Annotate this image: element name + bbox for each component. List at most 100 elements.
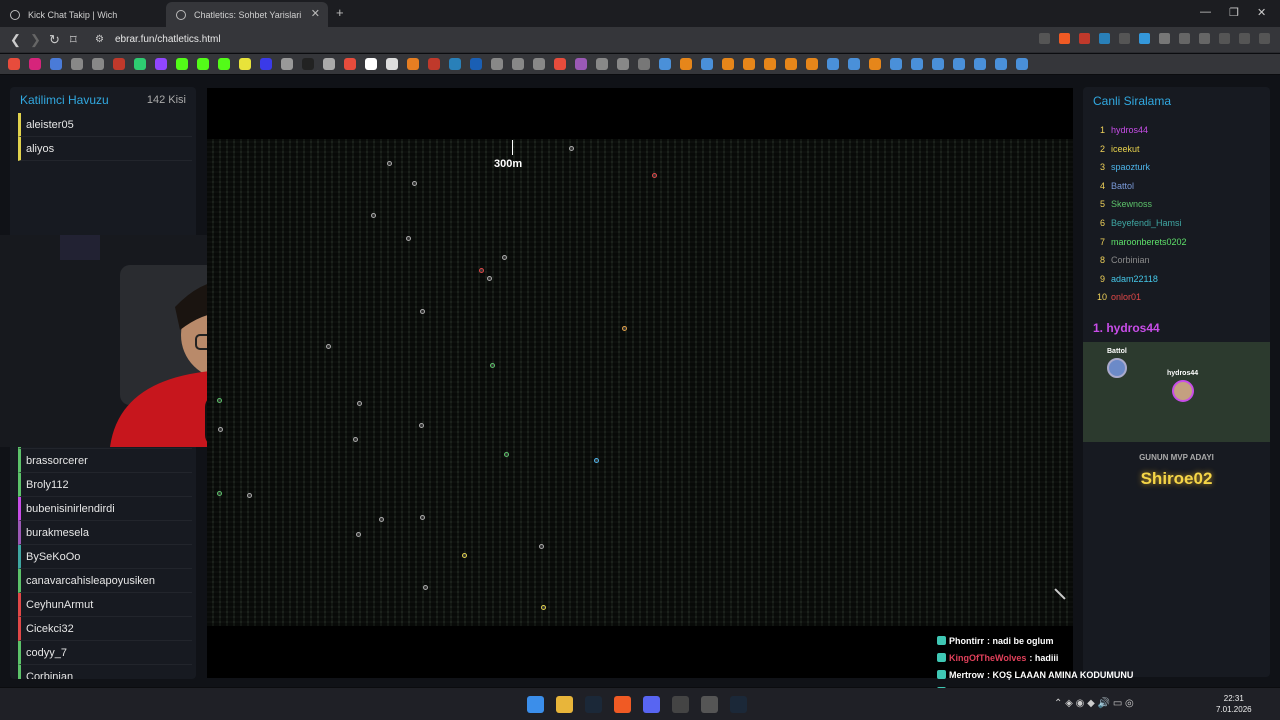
bookmark-icon[interactable] — [617, 58, 629, 70]
participant-item[interactable]: aliyos — [18, 137, 192, 161]
participant-item[interactable]: Broly112 — [18, 473, 192, 497]
bookmark-icon[interactable] — [8, 58, 20, 70]
bookmark-icon[interactable] — [596, 58, 608, 70]
bookmark-icon[interactable] — [680, 58, 692, 70]
participant-item[interactable]: BySeKoOo — [18, 545, 192, 569]
extension-icon[interactable] — [1159, 33, 1170, 44]
bookmark-icon[interactable] — [659, 58, 671, 70]
bookmark-icon[interactable] — [218, 58, 230, 70]
bookmark-icon[interactable] — [50, 58, 62, 70]
clock[interactable]: 22:31 7.01.2026 — [1216, 693, 1252, 715]
bookmark-icon[interactable] — [764, 58, 776, 70]
bookmark-icon[interactable] — [302, 58, 314, 70]
participant-item[interactable]: bubenisinirlendirdi — [18, 497, 192, 521]
discord-icon[interactable] — [643, 696, 660, 713]
bookmark-icon[interactable] — [113, 58, 125, 70]
bookmark-icon[interactable] — [239, 58, 251, 70]
brave-shield-icon[interactable] — [1059, 33, 1070, 44]
participant-item[interactable]: Corbinian — [18, 665, 192, 679]
rank-name: hydros44 — [1111, 125, 1149, 135]
bookmark-icon[interactable] — [1016, 58, 1028, 70]
participant-item[interactable]: burakmesela — [18, 521, 192, 545]
bookmark-icon[interactable] — [743, 58, 755, 70]
bookmark-icon[interactable] — [575, 58, 587, 70]
bookmark-icon[interactable] — [176, 58, 188, 70]
close-tab-icon[interactable]: ✕ — [311, 7, 320, 20]
extension-icon[interactable] — [1079, 33, 1090, 44]
bookmark-icon[interactable] — [71, 58, 83, 70]
bookmark-icon[interactable] — [512, 58, 524, 70]
file-explorer-icon[interactable] — [556, 696, 573, 713]
app-icon[interactable] — [672, 696, 689, 713]
bookmark-icon[interactable] — [386, 58, 398, 70]
bookmark-icon[interactable] — [890, 58, 902, 70]
bookmark-icon[interactable] — [995, 58, 1007, 70]
extensions-icon[interactable] — [1179, 33, 1190, 44]
system-tray-icons[interactable]: ⌃ ◈ ◉ ◆ 🔊 ▭ ◎ — [1054, 698, 1134, 709]
forward-icon[interactable]: ❯ — [30, 32, 41, 48]
bookmark-icon[interactable] — [29, 58, 41, 70]
extension-icon[interactable] — [1139, 33, 1150, 44]
participant-item[interactable]: Cicekci32 — [18, 617, 192, 641]
bookmark-icon[interactable] — [491, 58, 503, 70]
bookmark-icon[interactable] — [407, 58, 419, 70]
sidebar-icon[interactable] — [1199, 33, 1210, 44]
bookmark-icon[interactable] — [344, 58, 356, 70]
playlist-icon[interactable] — [1239, 33, 1250, 44]
bookmark-icon[interactable] — [470, 58, 482, 70]
steam-icon[interactable] — [585, 696, 602, 713]
bookmark-icon[interactable] — [281, 58, 293, 70]
bookmark-icon[interactable] — [365, 58, 377, 70]
menu-icon[interactable] — [1259, 33, 1270, 44]
bookmark-icon[interactable] — [701, 58, 713, 70]
participant-item[interactable]: aleister05 — [18, 113, 192, 137]
url-field[interactable]: ebrar.fun/chatletics.html — [115, 34, 221, 45]
extension-icon[interactable] — [1099, 33, 1110, 44]
bookmark-icon[interactable] — [953, 58, 965, 70]
bookmark-icon[interactable] — [533, 58, 545, 70]
participant-item[interactable]: canavarcahisleapoyusiken — [18, 569, 192, 593]
extension-icon[interactable] — [1119, 33, 1130, 44]
steam-icon[interactable] — [730, 696, 747, 713]
bookmark-icon[interactable] — [806, 58, 818, 70]
bookmark-icon[interactable] — [428, 58, 440, 70]
bookmark-icon[interactable] — [785, 58, 797, 70]
minimize-icon[interactable]: — — [1200, 6, 1211, 18]
bookmark-icon[interactable] — [155, 58, 167, 70]
bookmark-icon[interactable] — [260, 58, 272, 70]
back-icon[interactable]: ❮ — [10, 32, 21, 48]
bookmark-icon[interactable] — [974, 58, 986, 70]
bookmark-icon[interactable] — [449, 58, 461, 70]
participant-item[interactable]: codyy_7 — [18, 641, 192, 665]
wallet-icon[interactable] — [1219, 33, 1230, 44]
start-icon[interactable] — [527, 696, 544, 713]
bookmark-icon[interactable] — [869, 58, 881, 70]
share-icon[interactable] — [1039, 33, 1050, 44]
bookmark-icon[interactable] — [827, 58, 839, 70]
ranking-row: 8 Corbinian — [1097, 255, 1150, 265]
tab-chatletics[interactable]: Chatletics: Sohbet Yarislari ✕ — [166, 2, 328, 27]
new-tab-icon[interactable]: + — [336, 5, 344, 20]
bookmark-icon[interactable] — [848, 58, 860, 70]
bookmark-icon[interactable] — [323, 58, 335, 70]
site-info-icon[interactable]: ⚙ — [95, 34, 104, 45]
bookmark-icon[interactable] — [911, 58, 923, 70]
bookmark-icon[interactable] — [92, 58, 104, 70]
close-window-icon[interactable]: ✕ — [1257, 6, 1266, 19]
brave-icon[interactable] — [614, 696, 631, 713]
bookmark-icon[interactable] — [932, 58, 944, 70]
app-icon[interactable] — [701, 696, 718, 713]
maximize-icon[interactable]: ❐ — [1229, 6, 1239, 19]
bookmark-icon[interactable]: ⌑ — [70, 32, 77, 48]
race-game-area[interactable]: 300m — [207, 88, 1073, 678]
runner — [326, 344, 331, 349]
bookmark-icon[interactable] — [197, 58, 209, 70]
folder-icon[interactable] — [638, 58, 650, 70]
participant-item[interactable]: CeyhunArmut — [18, 593, 192, 617]
tab-kick-chat[interactable]: Kick Chat Takip | Wich — [0, 2, 165, 27]
bookmark-icon[interactable] — [722, 58, 734, 70]
bookmark-icon[interactable] — [554, 58, 566, 70]
reload-icon[interactable]: ↻ — [49, 32, 60, 48]
participant-item[interactable]: brassorcerer — [18, 449, 192, 473]
bookmark-icon[interactable] — [134, 58, 146, 70]
